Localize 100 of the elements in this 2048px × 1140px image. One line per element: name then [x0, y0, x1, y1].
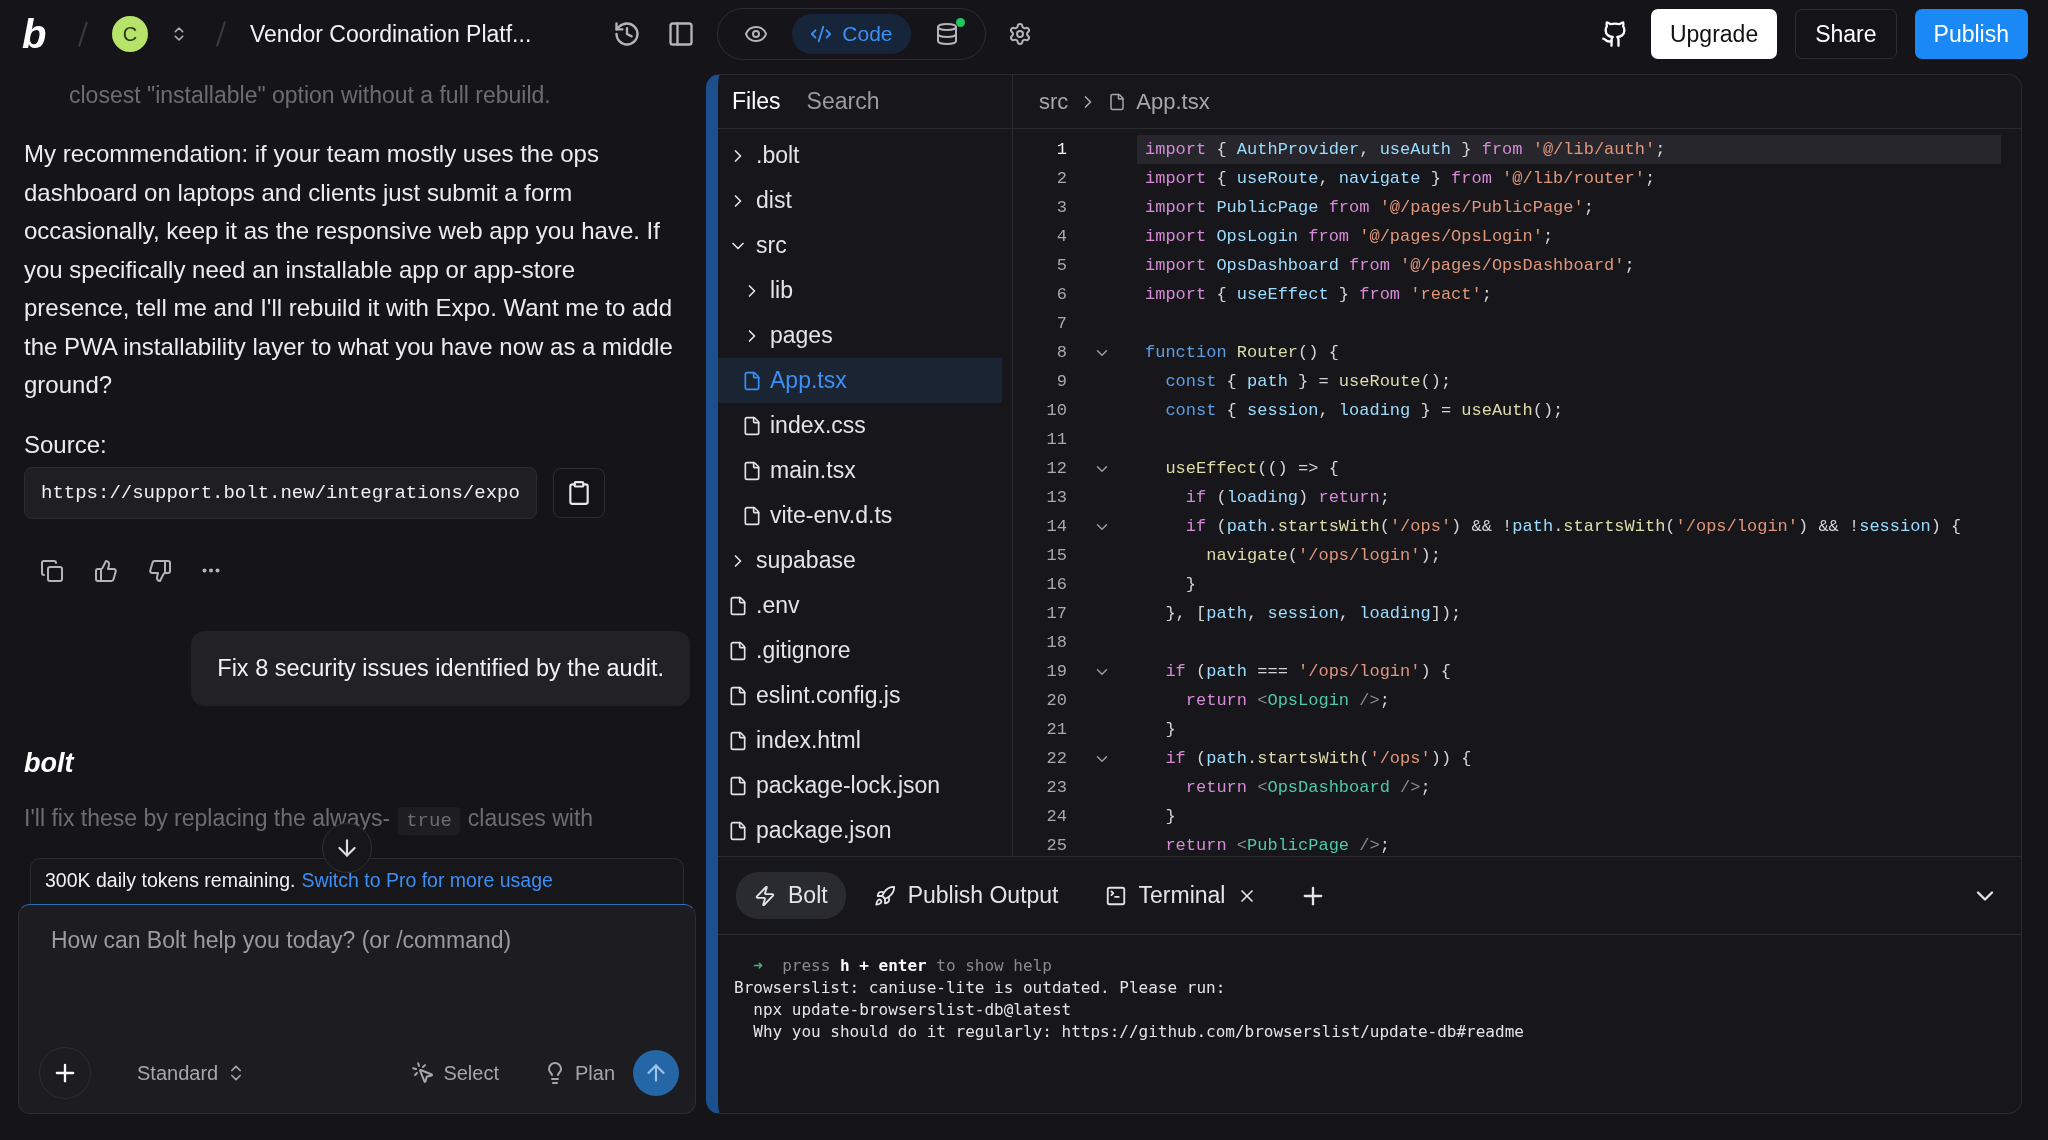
copy-icon: [40, 558, 64, 583]
folder-item[interactable]: supabase: [718, 538, 1002, 583]
line-number: 22: [1045, 748, 1067, 770]
panel-tab[interactable]: Terminal: [1086, 872, 1276, 919]
send-button[interactable]: [633, 1050, 679, 1096]
header-button[interactable]: Publish: [1914, 9, 2028, 59]
file-icon: [742, 370, 762, 391]
line-number: 16: [1045, 574, 1067, 596]
file-icon: [728, 595, 748, 616]
file-icon: [1108, 92, 1127, 111]
message-input[interactable]: How can Bolt help you today? (or /command): [39, 927, 679, 1047]
folder-item[interactable]: lib: [718, 268, 1002, 313]
sidebar-tab[interactable]: Files: [732, 88, 781, 115]
code-line: }: [1164, 719, 1177, 741]
more-icon: [202, 568, 220, 573]
code-line: return <OpsDashboard />;: [1184, 777, 1432, 799]
code-line: if (path.startsWith('/ops') && !path.startsWith('/ops/login') && !session) {: [1184, 516, 1963, 538]
sidebar-tab[interactable]: Search: [806, 88, 880, 115]
code-line: function Router() {: [1144, 342, 1340, 364]
line-number: 19: [1045, 661, 1067, 683]
select-button[interactable]: Select: [405, 1060, 505, 1086]
database-icon: [934, 22, 959, 46]
line-number: 8: [1055, 342, 1067, 364]
code-line: import OpsDashboard from '@/pages/OpsDashboard';: [1144, 255, 1636, 277]
file-item[interactable]: package.json: [718, 808, 1002, 853]
message-composer[interactable]: How can Bolt help you today? (or /command) Standard Select Plan: [18, 904, 696, 1114]
assistant-message: My recommendation: if your team mostly uses the ops dashboard on laptops and clients just submit a form occasionally, keep it as the responsive web app you have. If you specifically need an installable app or app-store presence, tell me and I'll rebuild it with Expo. Want me to add the PWA installability layer to what you have now as a middle ground?: [24, 139, 674, 400]
panel-tab[interactable]: Bolt: [736, 872, 846, 919]
code-line: import PublicPage from '@/pages/PublicPage';: [1144, 197, 1595, 219]
plan-button[interactable]: Plan: [536, 1060, 621, 1086]
file-item[interactable]: vite-env.d.ts: [718, 493, 1002, 538]
code-line: return <PublicPage />;: [1164, 835, 1391, 856]
file-icon: [742, 460, 762, 481]
folder-item[interactable]: pages: [718, 313, 1002, 358]
folder-item[interactable]: .bolt: [718, 133, 1002, 178]
code-line: import { useEffect } from 'react';: [1144, 284, 1493, 306]
file-item[interactable]: index.html: [718, 718, 1002, 763]
file-item[interactable]: main.tsx: [718, 448, 1002, 493]
project-title: Vendor Coordination Platf...: [250, 20, 532, 48]
code-line: navigate('/ops/login');: [1205, 545, 1442, 567]
clipboard-button[interactable]: [552, 467, 605, 518]
line-number: 23: [1045, 777, 1067, 799]
line-number: 1: [1055, 139, 1067, 161]
thumbs-up-icon: [94, 558, 118, 583]
line-number: 20: [1045, 690, 1067, 712]
upgrade-link[interactable]: Switch to Pro for more usage: [301, 869, 553, 891]
code-line: }, [path, session, loading]);: [1164, 603, 1463, 625]
file-item[interactable]: eslint.config.js: [718, 673, 1002, 718]
line-number: 21: [1045, 719, 1067, 741]
code-line: if (path === '/ops/login') {: [1164, 661, 1453, 683]
header-button[interactable]: Share: [1795, 9, 1897, 59]
line-number: 14: [1045, 516, 1067, 538]
code-line: import OpsLogin from '@/pages/OpsLogin';: [1144, 226, 1555, 248]
mode-selector[interactable]: Standard: [131, 1060, 253, 1086]
folder-item[interactable]: dist: [718, 178, 1002, 223]
file-item[interactable]: index.css: [718, 403, 1002, 448]
avatar[interactable]: C: [112, 16, 148, 52]
file-icon: [728, 640, 748, 661]
line-number: 11: [1045, 429, 1067, 451]
line-number: 15: [1045, 545, 1067, 567]
breadcrumb-item[interactable]: App.tsx: [1136, 88, 1210, 115]
rocket-icon: [873, 884, 896, 907]
line-number: 24: [1045, 806, 1067, 828]
code-line: const { path } = useRoute();: [1164, 371, 1453, 393]
code-line: useEffect(() => {: [1164, 458, 1340, 480]
faded-message-text: closest "installable" option without a full rebuild.: [68, 82, 552, 109]
file-item[interactable]: .env: [718, 583, 1002, 628]
breadcrumb-item[interactable]: src: [1039, 88, 1069, 115]
pointer-icon: [411, 1061, 436, 1085]
code-line: const { session, loading } = useAuth();: [1164, 400, 1565, 422]
terminal-output: ➜ press h + enter to show help Browserslist: caniuse-lite is outdated. Please run: npx update-browserslist-db@latest Why you should do it regularly: https://github.com/browserslist/update-db#readme: [733, 955, 1525, 1043]
line-number: 7: [1055, 313, 1067, 335]
line-number: 25: [1045, 835, 1067, 856]
line-number: 3: [1055, 197, 1067, 219]
line-number: 9: [1055, 371, 1067, 393]
file-icon: [742, 415, 762, 436]
code-line: if (path.startsWith('/ops')) {: [1164, 748, 1473, 770]
line-number: 13: [1045, 487, 1067, 509]
thumbs-down-icon: [148, 558, 172, 583]
file-item[interactable]: .gitignore: [718, 628, 1002, 673]
line-number: 4: [1055, 226, 1067, 248]
line-number: 2: [1055, 168, 1067, 190]
code-view-button[interactable]: Code: [792, 14, 911, 54]
source-url: https://support.bolt.new/integrations/expo: [24, 466, 537, 519]
file-icon: [728, 730, 748, 751]
folder-item[interactable]: src: [718, 223, 1002, 268]
line-number: 18: [1045, 632, 1067, 654]
header-button[interactable]: Upgrade: [1650, 9, 1778, 59]
code-icon: [810, 23, 833, 45]
file-item[interactable]: App.tsx: [718, 358, 1002, 403]
panel-tab[interactable]: Publish Output: [855, 872, 1077, 919]
source-label: Source:: [24, 430, 108, 459]
sidebar-icon: [667, 20, 696, 48]
file-icon: [728, 775, 748, 796]
code-line: return <OpsLogin />;: [1184, 690, 1391, 712]
code-line: }: [1184, 574, 1197, 596]
line-number: 5: [1055, 255, 1067, 277]
user-message: Fix 8 security issues identified by the audit.: [191, 630, 690, 706]
file-item[interactable]: package-lock.json: [718, 763, 1002, 808]
line-number: 6: [1055, 284, 1067, 306]
